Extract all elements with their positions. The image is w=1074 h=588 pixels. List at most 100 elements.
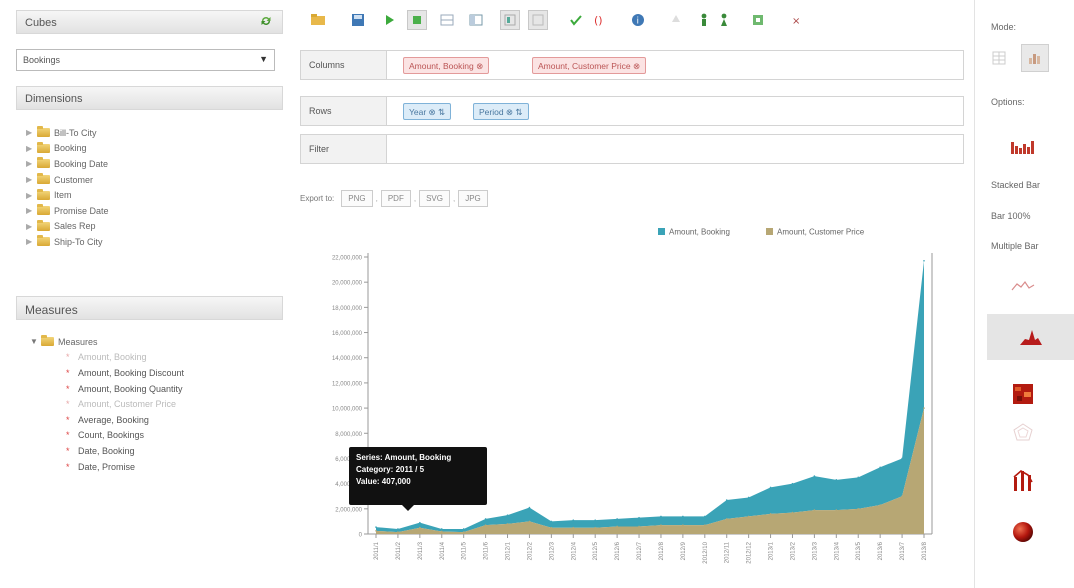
measure-item[interactable]: * Count, Bookings xyxy=(66,428,184,444)
multiple-bar-option[interactable]: Multiple Bar xyxy=(991,241,1039,251)
row-pill[interactable]: Year ⊗ ⇅ xyxy=(403,103,452,120)
run-icon[interactable] xyxy=(407,10,427,30)
measure-item[interactable]: * Date, Booking xyxy=(66,443,184,459)
check-icon[interactable] xyxy=(566,10,586,30)
measure-bullet-icon: * xyxy=(66,399,70,410)
dimension-item[interactable]: ▶ Bill-To City xyxy=(26,125,109,141)
dimension-item[interactable]: ▶ Booking xyxy=(26,141,109,157)
rows-zone[interactable]: Rows Year ⊗ ⇅ Period ⊗ ⇅ xyxy=(300,96,964,126)
stacked-bar-option[interactable]: Stacked Bar xyxy=(991,180,1040,190)
bar-100-option[interactable]: Bar 100% xyxy=(991,211,1031,221)
measures-header: Measures xyxy=(16,296,283,320)
bar-chart-icon[interactable] xyxy=(1003,128,1043,164)
person-icon[interactable] xyxy=(694,10,714,30)
x-tick-label: 2012/10 xyxy=(703,541,709,563)
column-pill[interactable]: Amount, Customer Price ⊗ xyxy=(532,57,647,74)
x-tick-label: 2012/6 xyxy=(615,541,621,560)
x-tick-label: 2013/3 xyxy=(812,541,818,560)
chevron-down-icon: ▼ xyxy=(259,54,268,64)
save-icon[interactable] xyxy=(348,10,368,30)
cube-select[interactable]: Bookings ▼ xyxy=(16,49,275,71)
expand-arrow-icon[interactable]: ▶ xyxy=(26,222,34,231)
measure-item[interactable]: * Date, Promise xyxy=(66,459,184,475)
folder-icon xyxy=(37,204,50,216)
close-icon[interactable]: × xyxy=(786,10,806,30)
data-point xyxy=(616,525,618,528)
dimension-item[interactable]: ▶ Promise Date xyxy=(26,203,109,219)
expand-arrow-icon[interactable]: ▶ xyxy=(26,175,34,184)
expand-arrow-icon[interactable]: ▶ xyxy=(26,144,34,153)
sphere-icon[interactable] xyxy=(1003,514,1043,550)
measure-item[interactable]: * Amount, Booking Quantity xyxy=(66,381,184,397)
y-tick-label: 0 xyxy=(359,533,363,539)
grid-icon[interactable] xyxy=(437,10,457,30)
radar-chart-icon[interactable] xyxy=(1003,414,1043,450)
table-mode-icon[interactable] xyxy=(985,44,1013,72)
data-point xyxy=(660,515,662,518)
split-icon[interactable] xyxy=(466,10,486,30)
export-pdf-button[interactable]: PDF xyxy=(380,189,411,207)
data-point xyxy=(528,506,531,509)
expand-arrow-icon[interactable]: ▶ xyxy=(26,206,34,215)
person2-icon[interactable] xyxy=(714,10,734,30)
data-point xyxy=(769,513,772,515)
export-svg-button[interactable]: SVG xyxy=(419,189,450,207)
legend-swatch xyxy=(658,228,665,235)
data-point xyxy=(638,516,640,519)
bar-line-chart-icon[interactable] xyxy=(1003,462,1043,498)
toolbar: () i × xyxy=(300,10,964,36)
dimension-item[interactable]: ▶ Customer xyxy=(26,172,109,188)
expand-arrow-icon[interactable]: ▶ xyxy=(26,159,34,168)
dimensions-tree: ▶ Bill-To City ▶ Booking ▶ Booking Date ▶ Custo… xyxy=(26,125,109,250)
measures-tree: ▼ Measures * Amount, Booking * Amount, Book… xyxy=(30,334,184,474)
measure-item[interactable]: * Amount, Booking Discount xyxy=(66,365,184,381)
export-png-button[interactable]: PNG xyxy=(341,189,373,207)
open-folder-icon[interactable] xyxy=(308,10,328,30)
dimension-label: Booking xyxy=(54,143,87,154)
measure-item[interactable]: * Amount, Customer Price xyxy=(66,396,184,412)
dimension-item[interactable]: ▶ Sales Rep xyxy=(26,219,109,235)
chart-mode-icon[interactable] xyxy=(1021,44,1049,72)
cubes-header: Cubes xyxy=(16,10,283,34)
refresh-icon[interactable] xyxy=(259,14,273,31)
area-chart-icon[interactable] xyxy=(987,314,1074,360)
x-tick-label: 2012/9 xyxy=(681,541,687,560)
expand-arrow-icon[interactable]: ▼ xyxy=(30,337,38,346)
measure-label: Count, Bookings xyxy=(78,430,145,441)
heatmap-icon[interactable] xyxy=(1003,376,1043,412)
info-icon[interactable]: i xyxy=(628,10,648,30)
line-chart-icon[interactable] xyxy=(1003,268,1043,304)
row-pill[interactable]: Period ⊗ ⇅ xyxy=(473,103,529,120)
folder-icon xyxy=(37,157,50,169)
dimension-item[interactable]: ▶ Booking Date xyxy=(26,156,109,172)
x-tick-label: 2013/5 xyxy=(856,541,862,560)
dimension-item[interactable]: ▶ Item xyxy=(26,187,109,203)
filter-label: Filter xyxy=(301,135,387,163)
measure-bullet-icon: * xyxy=(66,430,70,441)
data-point xyxy=(725,518,728,520)
expand-arrow-icon[interactable]: ▶ xyxy=(26,128,34,137)
x-tick-label: 2011/3 xyxy=(418,541,424,560)
filter-zone[interactable]: Filter xyxy=(300,134,964,164)
measures-title: Measures xyxy=(25,303,78,317)
blank-icon[interactable] xyxy=(528,10,548,30)
expand-arrow-icon[interactable]: ▶ xyxy=(26,191,34,200)
columns-zone[interactable]: Columns Amount, Booking ⊗ Amount, Custom… xyxy=(300,50,964,80)
play-icon[interactable] xyxy=(379,10,399,30)
up-icon[interactable] xyxy=(666,10,686,30)
measure-item[interactable]: * Average, Booking xyxy=(66,412,184,428)
data-point xyxy=(572,526,575,529)
measure-label: Date, Promise xyxy=(78,461,136,472)
x-tick-label: 2012/2 xyxy=(527,541,533,560)
measure-item[interactable]: * Amount, Booking xyxy=(66,350,184,366)
expand-arrow-icon[interactable]: ▶ xyxy=(26,237,34,246)
x-tick-label: 2012/8 xyxy=(659,541,665,560)
measures-folder[interactable]: ▼ Measures xyxy=(30,334,184,350)
export-jpg-button[interactable]: JPG xyxy=(458,189,488,207)
data-point xyxy=(682,524,684,526)
bracket-icon[interactable]: () xyxy=(589,10,609,30)
layout-icon[interactable] xyxy=(500,10,520,30)
column-pill[interactable]: Amount, Booking ⊗ xyxy=(403,57,490,74)
dimension-item[interactable]: ▶ Ship-To City xyxy=(26,234,109,250)
export-icon[interactable] xyxy=(748,10,768,30)
